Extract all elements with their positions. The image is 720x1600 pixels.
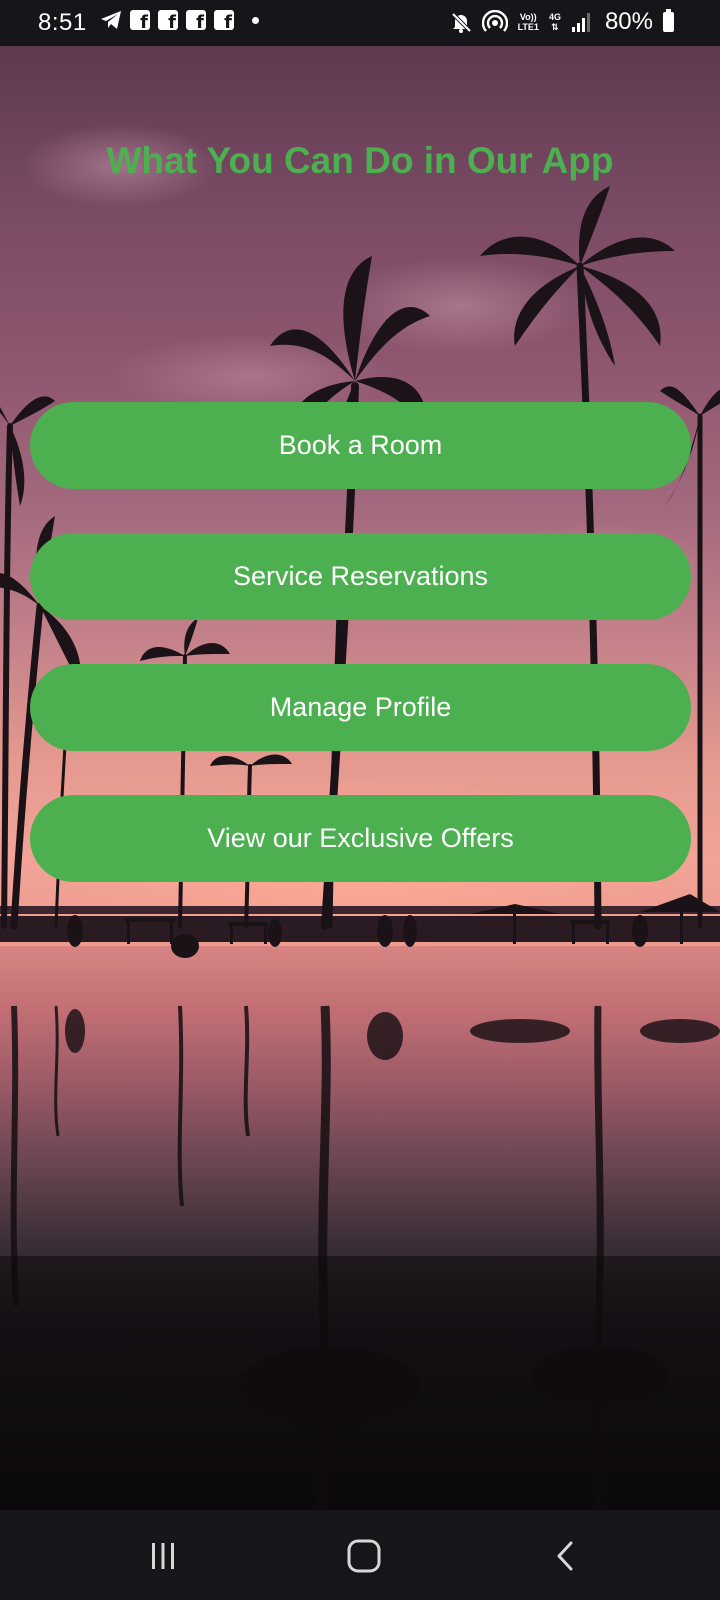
recents-button[interactable] [141, 1534, 185, 1578]
status-bar: 8:51 Vo)) LTE1 4G ⇅ [0, 0, 720, 46]
notification-dot-icon [252, 16, 259, 24]
back-icon [557, 1541, 573, 1571]
home-button[interactable] [342, 1534, 386, 1578]
home-icon [347, 1539, 381, 1573]
telegram-icon [101, 11, 121, 29]
exclusive-offers-button[interactable]: View our Exclusive Offers [30, 795, 691, 882]
data-4g-icon: 4G ⇅ [549, 12, 561, 32]
manage-profile-button[interactable]: Manage Profile [30, 664, 691, 751]
volte-top-label: Vo)) [519, 12, 537, 22]
palm-silhouettes [0, 186, 720, 1510]
data-4g-label: 4G [548, 12, 561, 22]
status-time: 8:51 [38, 9, 87, 36]
signal-icon [571, 13, 590, 32]
back-button[interactable] [543, 1534, 587, 1578]
system-icons: Vo)) LTE1 4G ⇅ 80% [450, 8, 674, 36]
battery-icon [663, 9, 674, 32]
facebook-icon [214, 10, 234, 33]
volte-bottom-label: LTE1 [517, 22, 539, 32]
hotspot-icon [481, 10, 508, 32]
page-title: What You Can Do in Our App [106, 140, 614, 181]
facebook-icon [130, 10, 150, 33]
book-room-button[interactable]: Book a Room [30, 402, 691, 489]
facebook-icon [186, 10, 206, 33]
battery-percent: 80% [604, 8, 653, 35]
volte-icon: Vo)) LTE1 [518, 12, 539, 32]
recents-icon [152, 1543, 174, 1569]
notification-icons [100, 10, 259, 33]
facebook-icon [158, 10, 178, 33]
service-reservations-button[interactable]: Service Reservations [30, 533, 691, 620]
mute-icon [451, 12, 472, 33]
navigation-bar [0, 1510, 720, 1600]
data-arrows-icon: ⇅ [551, 22, 559, 32]
background-image [0, 46, 720, 1510]
